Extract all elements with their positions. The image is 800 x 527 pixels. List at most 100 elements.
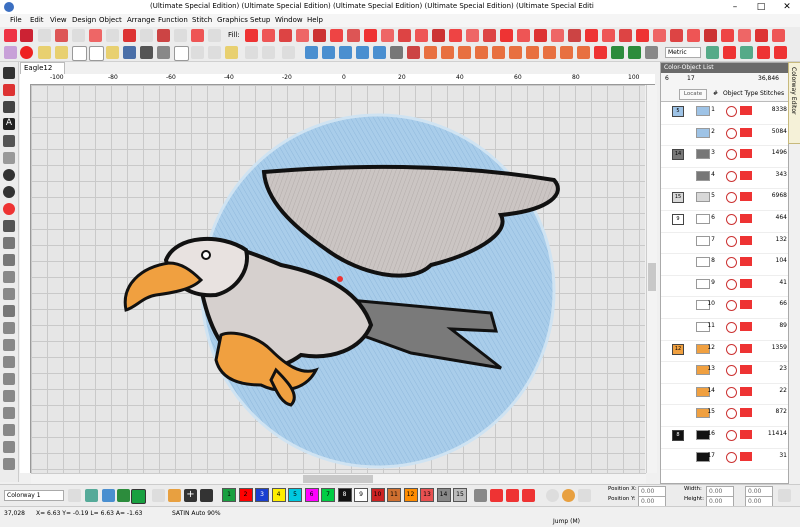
paint-bucket-icon[interactable] <box>168 489 181 502</box>
zoom-1to1-icon[interactable] <box>373 46 386 59</box>
measure-icon[interactable] <box>645 46 658 59</box>
heart-icon[interactable] <box>3 339 15 351</box>
thread-swatch[interactable]: 9 <box>354 488 368 502</box>
object-row[interactable]: 9 6 464 <box>661 210 788 233</box>
hexagon-icon[interactable] <box>3 407 15 419</box>
zoom-out-icon[interactable] <box>339 46 352 59</box>
fill-pattern-9-icon[interactable] <box>381 29 394 42</box>
reshape-icon[interactable] <box>3 84 15 96</box>
fill-pattern-16-icon[interactable] <box>500 29 513 42</box>
cross-stitch-icon[interactable] <box>526 46 539 59</box>
zoom-icon[interactable] <box>305 46 318 59</box>
colorway-editor-tab[interactable]: Colorway Editor <box>788 62 800 144</box>
menu-file[interactable]: File <box>10 16 22 24</box>
menu-function[interactable]: Function <box>158 16 188 24</box>
menu-object[interactable]: Object <box>99 16 122 24</box>
new-design-icon[interactable] <box>89 46 104 61</box>
object-row[interactable]: 8 16 11414 <box>661 426 788 449</box>
steil-tool-icon[interactable] <box>106 29 119 42</box>
background-color-swatch[interactable] <box>131 489 146 504</box>
eyedropper-icon[interactable] <box>152 489 165 502</box>
fill-pattern-21-icon[interactable] <box>585 29 598 42</box>
color-blend-icon[interactable] <box>522 489 535 502</box>
add-color-icon[interactable]: + <box>184 489 197 502</box>
zoom-box-icon[interactable] <box>322 46 335 59</box>
thread-swatch[interactable]: 5 <box>288 488 302 502</box>
object-row[interactable]: 12 12 1359 <box>661 340 788 363</box>
thread-swatch[interactable]: 14 <box>436 488 451 502</box>
fill-pattern-20-icon[interactable] <box>568 29 581 42</box>
object-row[interactable]: 8 104 <box>661 253 788 276</box>
object-row[interactable]: 11 89 <box>661 318 788 341</box>
colorway-dropdown-icon[interactable] <box>68 489 81 502</box>
folder-icon[interactable] <box>106 46 119 59</box>
eagle-beak[interactable] <box>123 261 204 312</box>
envelope-icon[interactable] <box>543 46 556 59</box>
node-tool-icon[interactable] <box>38 29 51 42</box>
diamond-icon[interactable] <box>3 390 15 402</box>
triangle-icon[interactable] <box>3 373 15 385</box>
units-select[interactable]: Metric <box>665 47 701 58</box>
color-group-badge[interactable]: 12 <box>672 343 684 355</box>
color-group-badge[interactable]: 8 <box>672 430 684 441</box>
menu-graphics[interactable]: Graphics <box>217 16 248 24</box>
object-row[interactable]: 10 66 <box>661 296 788 319</box>
color-group-badge[interactable]: 5 <box>672 106 684 117</box>
texture-icon[interactable] <box>577 46 590 59</box>
object-row[interactable]: 4 343 <box>661 167 788 190</box>
fill-pattern-24-icon[interactable] <box>636 29 649 42</box>
open-folder-icon[interactable] <box>38 46 51 59</box>
cut-tool-icon[interactable] <box>174 29 187 42</box>
eyelet-tool-icon[interactable] <box>208 29 221 42</box>
redo-icon[interactable] <box>262 46 275 59</box>
undo-icon[interactable] <box>245 46 258 59</box>
monogram-icon[interactable] <box>441 46 454 59</box>
wilcom-logo-icon[interactable] <box>20 46 33 59</box>
fill-pattern-12-icon[interactable] <box>432 29 445 42</box>
shape-tool-icon[interactable] <box>157 29 170 42</box>
fill-pattern-8-icon[interactable] <box>364 29 377 42</box>
applique-tool-icon[interactable] <box>123 29 136 42</box>
column-tool-icon[interactable] <box>20 29 33 42</box>
show-objects-icon[interactable] <box>740 46 753 59</box>
elements-icon[interactable] <box>475 46 488 59</box>
circle-icon[interactable] <box>3 169 15 181</box>
fill-pattern-6-icon[interactable] <box>330 29 343 42</box>
fill-pattern-14-icon[interactable] <box>466 29 479 42</box>
vertical-scroll-thumb[interactable] <box>648 263 656 291</box>
stitch-player-icon[interactable] <box>407 46 420 59</box>
product-icon[interactable] <box>628 46 641 59</box>
thread-swatch[interactable]: 11 <box>387 488 401 502</box>
copy-icon[interactable] <box>208 46 221 59</box>
thread-swatch[interactable]: 10 <box>370 488 385 502</box>
paste-icon[interactable] <box>225 46 238 59</box>
fill-pattern-26-icon[interactable] <box>670 29 683 42</box>
menu-arrange[interactable]: Arrange <box>127 16 155 24</box>
design-canvas[interactable] <box>31 85 645 473</box>
thread-swatch[interactable]: 1 <box>222 488 236 502</box>
fill-pattern-7-icon[interactable] <box>347 29 360 42</box>
fill-pattern-5-icon[interactable] <box>313 29 326 42</box>
grid-icon[interactable] <box>706 46 719 59</box>
redraw-icon[interactable] <box>390 46 403 59</box>
vertical-scrollbar[interactable] <box>646 85 657 473</box>
menu-window[interactable]: Window <box>275 16 303 24</box>
thread-swatch[interactable]: 12 <box>403 488 418 502</box>
object-row[interactable]: 5 1 8338 <box>661 102 788 125</box>
mirror-icon[interactable] <box>562 489 575 502</box>
thread-swatch[interactable]: 6 <box>304 488 319 502</box>
zigzag-icon[interactable] <box>3 458 15 470</box>
stitch-tool-icon[interactable] <box>4 29 17 42</box>
object-row[interactable]: 14 3 1496 <box>661 145 788 168</box>
shapes-icon[interactable] <box>560 46 573 59</box>
border-icon[interactable] <box>509 46 522 59</box>
colorway-select[interactable]: Colorway 1 <box>4 490 64 501</box>
bezier-icon[interactable] <box>3 305 15 317</box>
object-row[interactable]: 15 5 6968 <box>661 188 788 211</box>
locate-button[interactable]: Locate <box>679 89 707 100</box>
arc-icon[interactable] <box>3 271 15 283</box>
satin-tool-icon[interactable] <box>89 29 102 42</box>
fill-pattern-10-icon[interactable] <box>398 29 411 42</box>
print-icon[interactable] <box>140 46 153 59</box>
rectangle-icon[interactable] <box>3 220 15 232</box>
